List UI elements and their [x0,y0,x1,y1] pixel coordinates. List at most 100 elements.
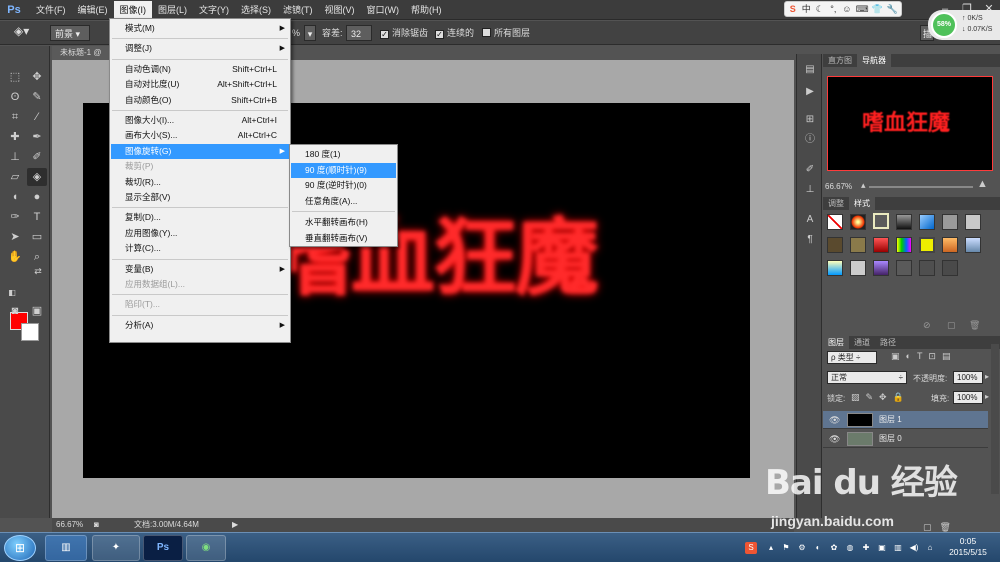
tray-expand-icon[interactable]: ▴ [765,542,777,554]
eye-icon[interactable]: 👁 [829,430,840,448]
marquee-tool-icon[interactable]: ⬚ [5,68,25,86]
blur-tool-icon[interactable]: ◖ [5,188,25,206]
style-swatch[interactable] [873,237,889,253]
paint-bucket-tool-icon[interactable]: ◈ [27,168,47,186]
volume-icon[interactable]: ◀) [908,542,920,554]
lock-icons[interactable]: ▨✎✥🔒 [851,392,910,403]
style-swatch[interactable] [942,237,958,253]
dodge-tool-icon[interactable]: ● [27,188,47,206]
image-menu-item[interactable]: 计算(C)... [111,241,289,256]
new-style-icon[interactable]: ▢ [947,320,956,331]
opacity-arrow-icon[interactable]: ▸ [985,372,989,381]
contiguous-checkbox[interactable]: ✓ 连续的 [435,25,474,41]
menu-item[interactable]: 帮助(H) [405,1,448,19]
tray-icon[interactable]: ✿ [828,542,840,554]
fill-source-select[interactable]: 前景 ▾ [50,25,90,41]
zoom-out-icon[interactable]: ▴ [861,180,866,191]
menu-item[interactable]: 文件(F) [30,1,72,19]
background-color-swatch[interactable] [21,323,39,341]
clone-source-icon[interactable]: ⊥ [801,182,819,198]
navigator-zoom[interactable]: 66.67% [825,182,852,191]
image-menu-item[interactable]: 裁切(R)... [111,175,289,190]
navigator-zoom-slider[interactable] [869,186,973,188]
style-swatch[interactable] [919,260,935,276]
start-button[interactable]: ⊞ [4,535,36,561]
taskbar-app-fileexplorer[interactable]: ▥ [45,535,87,561]
image-menu-item[interactable]: 图像旋转(G) ▶ [111,143,289,159]
image-menu-item[interactable]: 复制(D)... [111,210,289,225]
chinese-mode-icon[interactable]: 中 [802,3,812,15]
swap-colors-icon[interactable]: ⇄ [28,262,48,280]
style-swatch[interactable] [896,260,912,276]
layer-comps-icon[interactable]: ⊞ [801,112,819,128]
blend-mode-select[interactable]: 正常 ÷ [827,371,907,384]
fill-input[interactable]: 100% [953,391,983,404]
image-menu-item[interactable]: 调整(J) ▶ [111,41,289,56]
sogou-logo-icon[interactable]: S [788,3,798,15]
tab-histogram[interactable]: 直方图 [823,54,857,67]
type-tool-icon[interactable]: T [27,208,47,226]
eyedropper-tool-icon[interactable]: ⁄ [27,108,47,126]
image-menu-item[interactable]: 自动色调(N) Shift+Ctrl+L [111,62,289,77]
style-swatch[interactable] [965,237,981,253]
taskbar-app-photoshop[interactable]: Ps [143,535,183,561]
eraser-tool-icon[interactable]: ▱ [5,168,25,186]
menu-item[interactable]: 窗口(W) [361,1,406,19]
hand-tool-icon[interactable]: ✋ [5,248,25,266]
image-menu-item[interactable]: 变量(B) ▶ [111,262,289,277]
brush-tool-icon[interactable]: ✒ [27,128,47,146]
clear-style-icon[interactable]: ⊘ [923,320,931,331]
style-swatch[interactable] [919,214,935,230]
style-swatch[interactable] [919,237,935,253]
rotate-menu-item[interactable]: 180 度(1) [291,147,396,162]
network-icon[interactable]: ▥ [892,542,904,554]
tab-adjustments[interactable]: 调整 [823,197,849,210]
style-swatch[interactable] [827,260,843,276]
sogou-tray-icon[interactable]: S [745,542,757,554]
actions-play-icon[interactable]: ▶ [801,84,819,100]
history-brush-tool-icon[interactable]: ✐ [27,148,47,166]
style-swatch[interactable] [942,214,958,230]
navigator-thumbnail[interactable]: 嗜血狂魔 [827,76,993,171]
status-arrow-icon[interactable]: ▶ [232,518,238,532]
layer-filter-icons[interactable]: ▣◐T⊡▤ [891,351,956,362]
image-menu-item[interactable]: 画布大小(S)... Alt+Ctrl+C [111,128,289,143]
shirt-icon[interactable]: 👕 [872,3,883,15]
keyboard-icon[interactable]: ⌨ [856,3,869,15]
brush-presets-icon[interactable]: ✐ [801,162,819,178]
tolerance-input[interactable]: 32 [346,25,372,41]
opacity-dropdown-arrow[interactable]: ▾ [304,25,316,41]
menu-item[interactable]: 滤镜(T) [277,1,319,19]
taskbar-app-image[interactable]: ✦ [92,535,140,561]
delete-style-icon[interactable]: 🗑 [969,320,980,331]
style-swatch[interactable] [896,214,912,230]
screen-mode-icon[interactable]: ▣ [27,302,47,320]
all-layers-checkbox[interactable]: 所有图层 [482,25,530,41]
rotate-menu-item[interactable]: 90 度(逆时针)(0) [291,178,396,193]
menu-item[interactable]: 视图(V) [319,1,361,19]
style-swatch[interactable] [827,214,843,230]
tray-icon[interactable]: ◐ [812,542,824,554]
style-swatch[interactable] [965,214,981,230]
zoom-level[interactable]: 66.67% [56,518,83,532]
info-icon[interactable]: ⓘ [801,132,819,148]
character-icon[interactable]: A [801,212,819,228]
image-menu-item[interactable]: 分析(A) ▶ [111,318,289,333]
path-select-tool-icon[interactable]: ➤ [5,228,25,246]
style-swatch[interactable] [827,237,843,253]
style-swatch[interactable] [850,237,866,253]
style-swatch[interactable] [896,237,912,253]
healing-brush-tool-icon[interactable]: ✚ [5,128,25,146]
image-menu-item[interactable]: 显示全部(V) [111,190,289,205]
lasso-tool-icon[interactable]: ʘ [5,88,25,106]
style-swatch[interactable] [942,260,958,276]
image-menu-item[interactable]: 自动对比度(U) Alt+Shift+Ctrl+L [111,77,289,92]
taskbar-app-browser[interactable]: ◉ [186,535,226,561]
moon-icon[interactable]: ☾ [815,3,825,15]
style-swatch[interactable] [850,214,866,230]
default-colors-icon[interactable]: ◧ [2,284,22,302]
style-swatch[interactable] [873,260,889,276]
document-tab[interactable]: 未标题-1 @ [52,46,112,60]
anti-alias-checkbox[interactable]: ✓ 消除锯齿 [380,25,428,41]
shape-tool-icon[interactable]: ▭ [27,228,47,246]
